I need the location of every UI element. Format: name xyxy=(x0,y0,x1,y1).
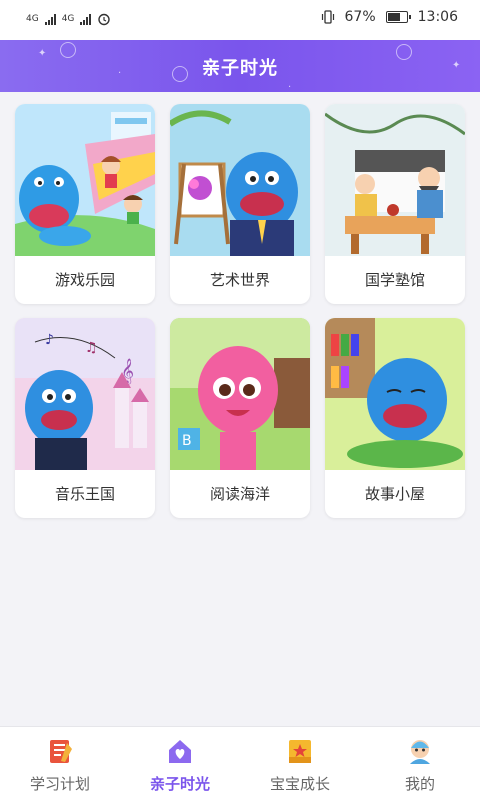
signal-icon xyxy=(80,13,92,25)
nav-label: 宝宝成长 xyxy=(269,775,330,793)
battery-icon xyxy=(385,11,411,23)
art-easel-illustration xyxy=(170,104,310,256)
nav-family-time[interactable]: 亲子时光 xyxy=(120,727,240,800)
card-label: 游戏乐园 xyxy=(54,271,115,289)
card-label: 音乐王国 xyxy=(54,485,115,503)
svg-text:B: B xyxy=(182,433,192,449)
signal-icon xyxy=(44,13,56,25)
reading-character-illustration: B xyxy=(170,318,310,470)
status-bar: 4G 4G 67% 13:06 xyxy=(0,0,480,40)
card-art-world[interactable]: 艺术世界 xyxy=(170,104,310,304)
music-castle-illustration: ♪ ♫ 𝄞 xyxy=(15,318,155,470)
card-label: 故事小屋 xyxy=(364,485,425,503)
classical-study-illustration xyxy=(325,104,465,256)
profile-avatar-icon xyxy=(410,740,430,764)
nav-baby-growth[interactable]: 宝宝成长 xyxy=(240,727,360,800)
svg-text:♪: ♪ xyxy=(45,332,54,348)
story-house-illustration xyxy=(325,318,465,470)
card-game-park[interactable]: 游戏乐园 xyxy=(15,104,155,304)
signal-indicators: 4G 4G xyxy=(26,12,111,26)
nav-mine[interactable]: 我的 xyxy=(360,727,480,800)
battery-percent: 67% xyxy=(344,9,376,25)
nav-label: 我的 xyxy=(404,775,435,793)
card-music-kingdom[interactable]: ♪ ♫ 𝄞 音乐王国 xyxy=(15,318,155,518)
card-classical-school[interactable]: 国学塾馆 xyxy=(325,104,465,304)
network-type-1: 4G xyxy=(26,14,39,24)
card-label: 阅读海洋 xyxy=(209,485,270,503)
star-book-icon xyxy=(289,740,311,763)
network-type-2: 4G xyxy=(61,14,75,24)
page-header: ✦ · ✦ · 亲子时光 xyxy=(0,40,480,92)
card-reading-ocean[interactable]: B 阅读海洋 xyxy=(170,318,310,518)
notebook-icon xyxy=(50,740,72,763)
home-heart-icon xyxy=(169,740,191,763)
svg-text:♫: ♫ xyxy=(85,340,98,356)
bottom-nav: 学习计划 亲子时光 宝宝成长 我的 xyxy=(0,726,480,800)
card-label: 国学塾馆 xyxy=(364,271,425,289)
star-decoration-icon: · xyxy=(288,82,292,92)
vibrate-icon xyxy=(321,10,334,24)
alarm-clock-icon xyxy=(98,13,111,26)
page-title: 亲子时光 xyxy=(202,58,278,79)
nav-label: 学习计划 xyxy=(29,775,90,793)
card-label: 艺术世界 xyxy=(209,271,270,289)
nav-label: 亲子时光 xyxy=(149,775,210,793)
card-story-house[interactable]: 故事小屋 xyxy=(325,318,465,518)
clock-time: 13:06 xyxy=(417,9,458,25)
playground-illustration xyxy=(15,104,155,256)
nav-study-plan[interactable]: 学习计划 xyxy=(0,727,120,800)
